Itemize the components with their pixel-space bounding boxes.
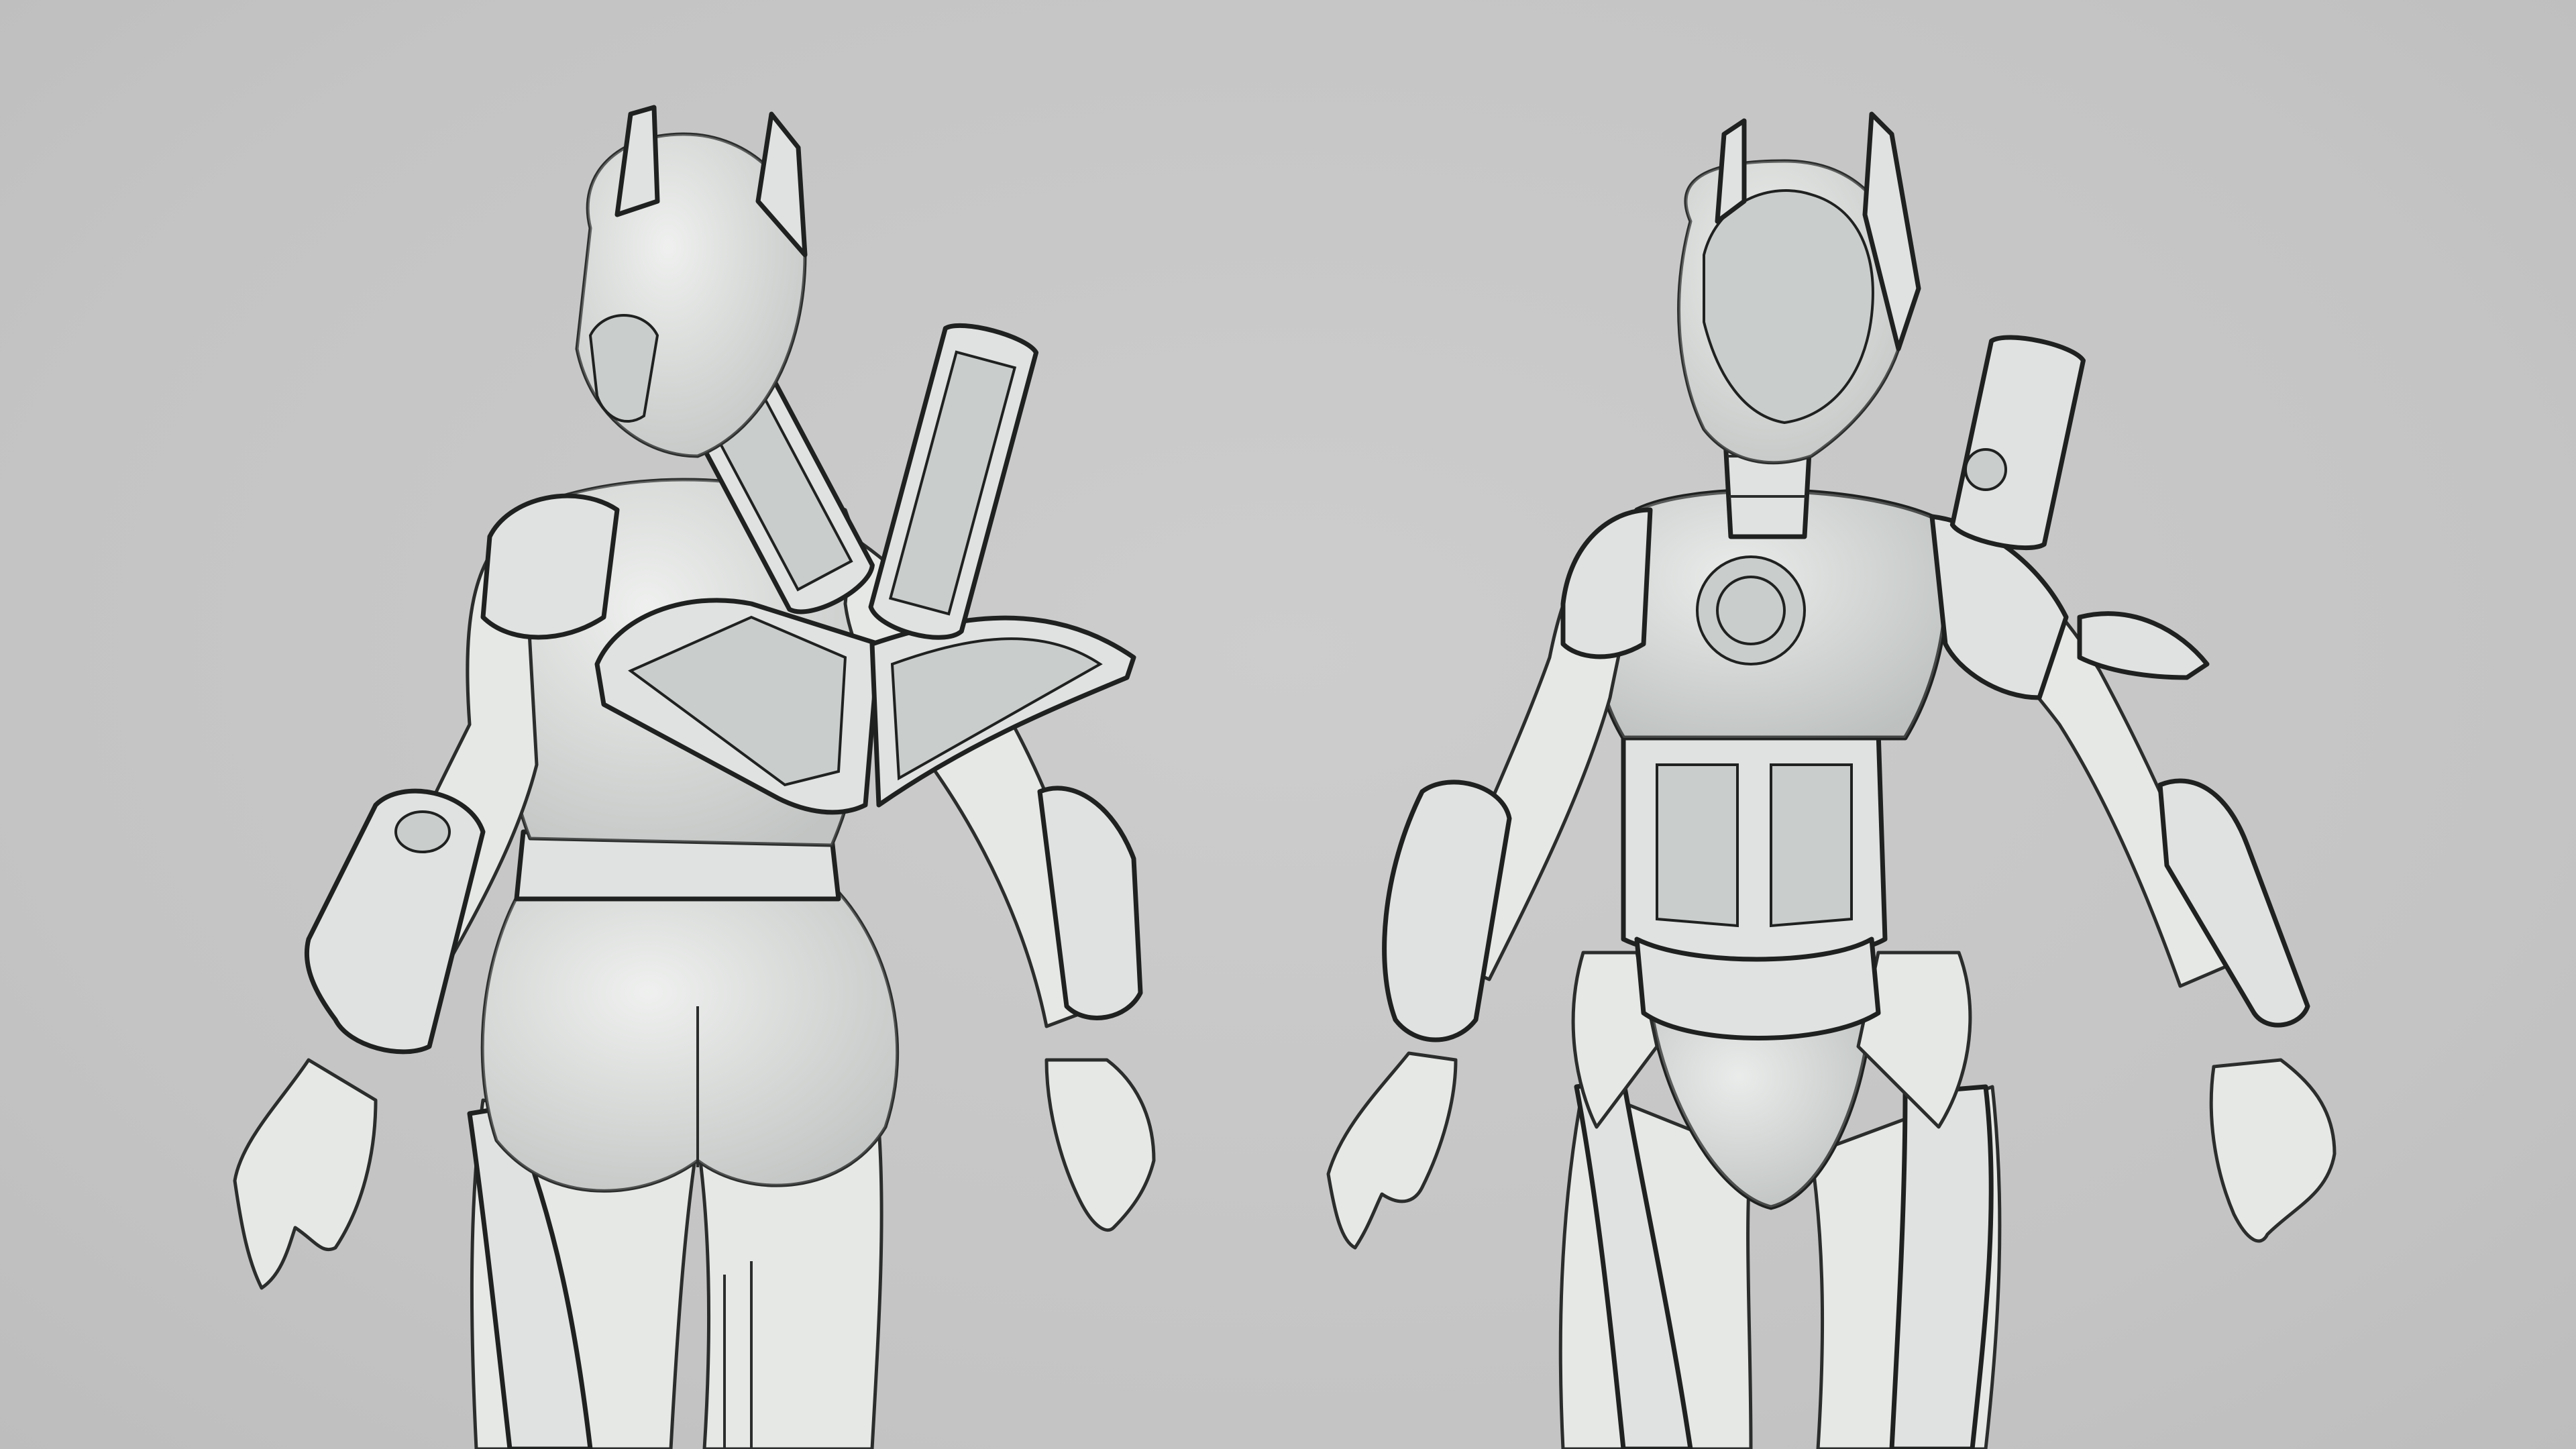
front-shoulder-guard-left — [1560, 507, 1653, 659]
helmet-ear-fin-left — [614, 105, 660, 217]
front-left-forearm-guard — [1382, 780, 1512, 1042]
front-left-hand — [1326, 1051, 1458, 1250]
thigh-guard-right — [1889, 1084, 1994, 1449]
backpack-capsule-visible — [1949, 335, 2086, 551]
armored-figure-front-view — [1326, 111, 2337, 1449]
front-ear-fin-left — [1715, 118, 1747, 224]
left-hand — [233, 1058, 378, 1290]
armored-figure-back-view — [233, 105, 1156, 1449]
wireframe-render — [233, 105, 2337, 1449]
viewport — [0, 0, 2576, 1449]
right-hand — [1044, 1058, 1156, 1232]
front-right-hand — [2209, 1058, 2337, 1243]
left-shoulder-guard — [480, 493, 620, 640]
